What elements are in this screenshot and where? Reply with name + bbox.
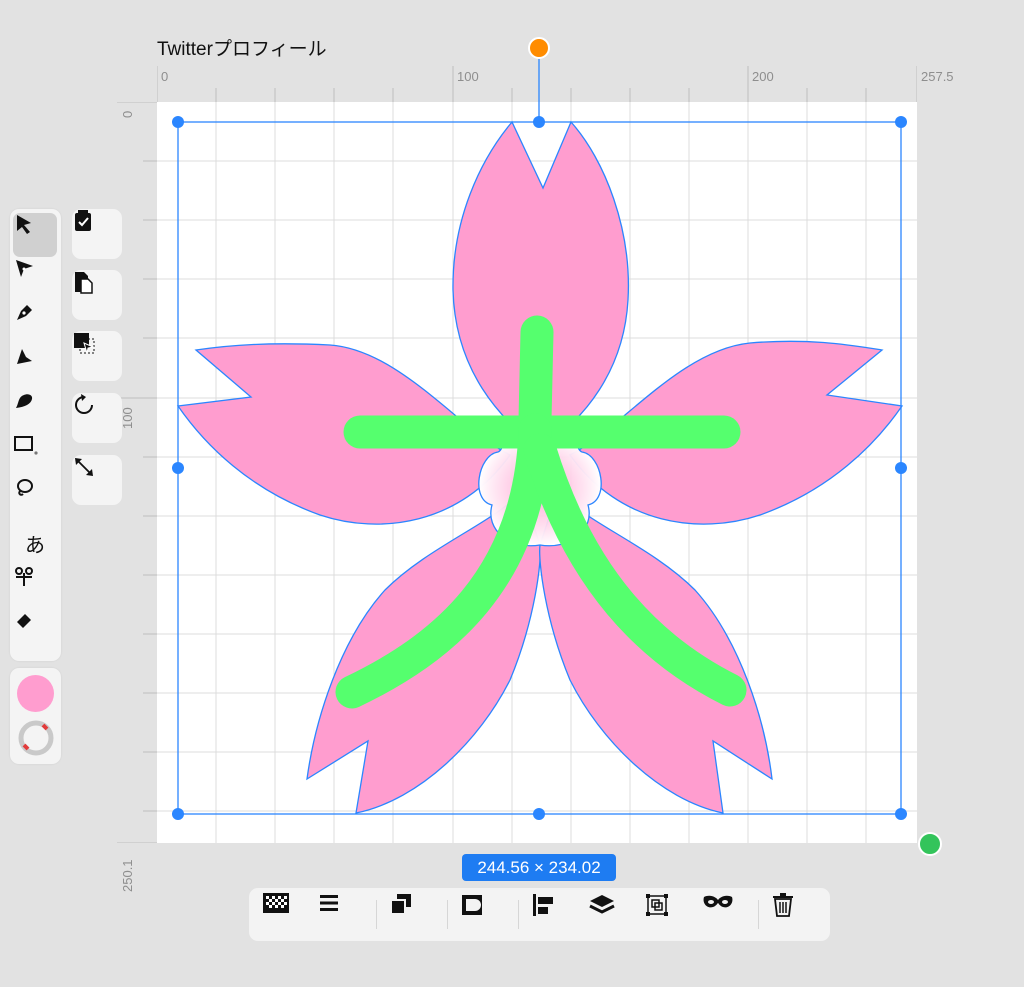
node-tool[interactable] (13, 345, 57, 389)
mask-icon (703, 895, 733, 908)
artboard-canvas[interactable] (157, 102, 917, 843)
toolbar-separator (447, 900, 448, 929)
ruler-label-0: 0 (161, 69, 169, 84)
top-ruler-ticks (157, 66, 917, 102)
resize-button[interactable] (72, 455, 122, 505)
rotate-handle (528, 37, 550, 59)
free-transform-handle (918, 832, 942, 856)
arrange-button[interactable] (389, 893, 433, 937)
arrange-icon (390, 894, 411, 915)
direct-select-tool[interactable] (13, 257, 57, 301)
group-button[interactable] (645, 893, 689, 937)
selection-size-badge: 244.56 × 234.02 (462, 854, 616, 881)
brush-tool[interactable] (13, 389, 57, 433)
tool-panel: あ (10, 209, 61, 661)
rectangle-tool-icon (14, 436, 38, 455)
ruler-label-end: 257.5 (921, 69, 954, 84)
group-icon (646, 894, 668, 916)
text-tool-icon: あ (25, 534, 45, 557)
lasso-tool-icon (17, 479, 33, 496)
direct-select-tool-icon (16, 260, 33, 277)
eraser-tool-icon (17, 614, 31, 628)
resize-icon (75, 458, 93, 476)
mask-button[interactable] (702, 893, 746, 937)
boolean-button[interactable] (460, 893, 504, 937)
document-title: Twitterプロフィール (157, 39, 327, 60)
toolbar-separator (376, 900, 377, 929)
brush-tool-icon (16, 394, 33, 408)
toolbar-separator (518, 900, 519, 929)
stroke-color-swatch[interactable] (16, 718, 56, 758)
ruler-label-vend: 250.1 (120, 859, 135, 892)
node-tool-icon (17, 349, 32, 364)
layers-button[interactable] (589, 893, 633, 937)
color-panel (10, 668, 61, 764)
layers-icon (589, 895, 615, 914)
align-menu-button[interactable] (319, 893, 363, 937)
ruler-label-v0: 0 (120, 110, 135, 118)
text-tool[interactable]: あ (13, 521, 57, 565)
left-ruler-ticks (117, 102, 157, 843)
artboard-grid (157, 102, 917, 843)
clipboard-check-button[interactable] (72, 209, 122, 259)
select-inside-icon (74, 333, 95, 354)
trash-icon (773, 893, 793, 917)
ruler-label-200: 200 (752, 69, 774, 84)
transparency-button[interactable] (263, 893, 307, 937)
ruler-label-100: 100 (457, 69, 479, 84)
pen-tool-icon (17, 305, 32, 320)
align-left-icon (533, 894, 553, 916)
transparency-grid-icon (263, 893, 289, 913)
select-tool-icon (17, 215, 31, 234)
paste-button[interactable] (72, 270, 122, 320)
pen-tool[interactable] (13, 301, 57, 345)
align-left-button[interactable] (531, 893, 575, 937)
eraser-tool[interactable] (13, 609, 57, 653)
scissors-tool[interactable] (13, 565, 57, 609)
paste-icon (75, 272, 93, 294)
clipboard-check-icon (75, 210, 91, 231)
select-inside-button[interactable] (72, 331, 122, 381)
select-tool[interactable] (13, 213, 57, 257)
left-ruler[interactable]: 0 100 250.1 (117, 102, 157, 892)
delete-button[interactable] (772, 893, 816, 937)
boolean-icon (462, 895, 482, 915)
align-menu-icon (320, 895, 338, 911)
top-ruler[interactable]: 0 100 200 257.5 (157, 66, 954, 102)
rectangle-tool[interactable] (13, 433, 57, 477)
rotate-button[interactable] (72, 393, 122, 443)
lasso-tool[interactable] (13, 477, 57, 521)
rotate-icon (75, 394, 93, 414)
bottom-toolbar (249, 888, 830, 941)
ruler-label-v100: 100 (120, 407, 135, 429)
scissors-tool-icon (15, 567, 33, 586)
fill-color-swatch[interactable] (17, 675, 54, 712)
toolbar-separator (758, 900, 759, 929)
